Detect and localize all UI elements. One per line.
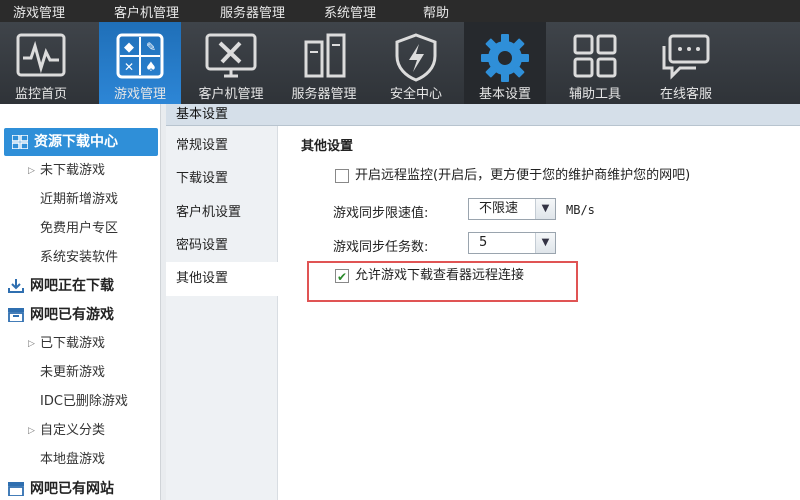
sidebar-item-cafe-existing-games[interactable]: 网吧已有游戏	[0, 301, 160, 329]
sync-speed-select[interactable]: 不限速 ▼	[468, 198, 556, 220]
monitor-icon	[16, 33, 66, 77]
toolbar-game-management[interactable]: ◆ ✎ ✕ ♠ 游戏管理	[99, 22, 181, 104]
toolbar-client-management[interactable]: 客户机管理	[190, 22, 272, 104]
svg-text:✕: ✕	[124, 60, 134, 74]
sync-tasks-label: 游戏同步任务数:	[333, 240, 429, 255]
tab-download-settings[interactable]: 下载设置	[166, 162, 277, 196]
menu-help[interactable]: 帮助	[423, 2, 449, 21]
chevron-down-icon[interactable]: ▼	[535, 233, 555, 253]
expand-arrow-icon[interactable]: ▷	[28, 330, 35, 358]
settings-content: 其他设置 开启远程监控(开启后，更方便于您的维护商维护您的网吧) 游戏同步限速值…	[278, 126, 800, 500]
toolbar-label: 基本设置	[478, 87, 531, 102]
archive-icon	[8, 308, 24, 322]
sidebar-item-label: 未下载游戏	[40, 163, 106, 178]
sync-speed-value: 不限速	[479, 201, 519, 216]
menu-game-management[interactable]: 游戏管理	[13, 2, 65, 21]
svg-text:♠: ♠	[145, 60, 157, 75]
highlight-box	[307, 261, 578, 302]
download-icon	[8, 279, 24, 293]
sidebar-item-idc-deleted[interactable]: IDC已删除游戏	[0, 388, 160, 416]
sidebar-item-label: 系统安装软件	[40, 250, 119, 265]
sidebar-item-not-updated[interactable]: 未更新游戏	[0, 359, 160, 387]
shield-icon	[395, 33, 437, 82]
section-title: 其他设置	[301, 139, 354, 154]
panel-title: 基本设置	[166, 104, 800, 126]
toolbar-label: 辅助工具	[568, 87, 621, 102]
sidebar-item-label: 资源下载中心	[34, 134, 118, 150]
menu-client-management[interactable]: 客户机管理	[114, 2, 179, 21]
toolbar-label: 在线客服	[659, 87, 712, 102]
sidebar-item-not-downloaded[interactable]: ▷ 未下载游戏	[0, 157, 160, 185]
toolbar-auxiliary-tools[interactable]: 辅助工具	[554, 22, 636, 104]
sidebar-item-cafe-websites[interactable]: 网吧已有网站	[0, 475, 160, 500]
sidebar-item-label: 自定义分类	[40, 423, 106, 438]
toolbar-server-management[interactable]: 服务器管理	[283, 22, 365, 104]
grid-icon	[12, 135, 28, 149]
sidebar-item-system-software[interactable]: 系统安装软件	[0, 244, 160, 272]
game-icon: ◆ ✎ ✕ ♠	[116, 33, 164, 79]
sidebar-item-label: 免费用户专区	[40, 221, 119, 236]
toolbar-security-center[interactable]: 安全中心	[375, 22, 457, 104]
remote-monitor-checkbox[interactable]	[335, 169, 349, 183]
tab-client-settings[interactable]: 客户机设置	[166, 196, 277, 230]
sidebar-item-label: 未更新游戏	[40, 365, 106, 380]
svg-text:◆: ◆	[124, 40, 134, 55]
resource-sidebar: 资源下载中心 ▷ 未下载游戏 近期新增游戏 免费用户专区 系统安装软件 网吧正在…	[0, 124, 162, 500]
sidebar-item-cafe-downloading[interactable]: 网吧正在下载	[0, 272, 160, 300]
sidebar-item-downloaded-games[interactable]: ▷ 已下载游戏	[0, 330, 160, 358]
expand-arrow-icon[interactable]: ▷	[28, 417, 35, 445]
sidebar-item-resource-download-center[interactable]: 资源下载中心	[4, 128, 158, 156]
server-icon	[304, 33, 346, 78]
sync-tasks-select[interactable]: 5 ▼	[468, 232, 556, 254]
sidebar-item-label: 近期新增游戏	[40, 192, 119, 207]
toolbar-label: 监控首页	[14, 87, 67, 102]
tab-password-settings[interactable]: 密码设置	[166, 229, 277, 263]
archive-icon	[8, 482, 24, 496]
sidebar-item-label: IDC已删除游戏	[40, 394, 128, 409]
sync-speed-label: 游戏同步限速值:	[333, 206, 429, 221]
sidebar-item-free-user-zone[interactable]: 免费用户专区	[0, 215, 160, 243]
toolbar-label: 游戏管理	[113, 87, 166, 102]
toolbar-online-service[interactable]: 在线客服	[645, 22, 727, 104]
sync-tasks-value: 5	[479, 235, 488, 250]
svg-text:✎: ✎	[146, 40, 156, 54]
sidebar-item-recently-added[interactable]: 近期新增游戏	[0, 186, 160, 214]
toolbar-label: 安全中心	[389, 87, 442, 102]
expand-arrow-icon[interactable]: ▷	[28, 157, 35, 185]
settings-nav: 常规设置 下载设置 客户机设置 密码设置 其他设置	[166, 126, 278, 500]
chat-icon	[662, 34, 710, 80]
remote-monitor-label: 开启远程监控(开启后，更方便于您的维护商维护您的网吧)	[355, 168, 691, 183]
sidebar-item-label: 网吧已有网站	[30, 481, 114, 497]
sidebar-item-label: 已下载游戏	[40, 336, 106, 351]
menu-server-management[interactable]: 服务器管理	[220, 2, 285, 21]
toolbar-monitor-home[interactable]: 监控首页	[0, 22, 82, 104]
sidebar-item-label: 网吧已有游戏	[30, 307, 114, 323]
toolbar-label: 客户机管理	[198, 87, 264, 102]
toolbar-basic-settings[interactable]: 基本设置	[464, 22, 546, 104]
sidebar-item-label: 本地盘游戏	[40, 452, 106, 467]
menu-system-management[interactable]: 系统管理	[324, 2, 376, 21]
main-toolbar: 监控首页 ◆ ✎ ✕ ♠ 游戏管理 客户机管理 服务器管理 安全中心 基本设置 …	[0, 22, 800, 104]
menu-bar: 游戏管理 客户机管理 服务器管理 系统管理 帮助	[0, 0, 800, 22]
sidebar-item-custom-category[interactable]: ▷ 自定义分类	[0, 417, 160, 445]
sidebar-item-local-disk-games[interactable]: 本地盘游戏	[0, 446, 160, 474]
tab-general-settings[interactable]: 常规设置	[166, 129, 277, 163]
remote-monitor-option[interactable]: 开启远程监控(开启后，更方便于您的维护商维护您的网吧)	[335, 167, 690, 187]
sync-speed-unit: MB/s	[566, 203, 595, 217]
chevron-down-icon[interactable]: ▼	[535, 199, 555, 219]
client-tools-icon	[205, 33, 257, 78]
gear-icon	[481, 34, 529, 82]
grid-icon	[573, 34, 617, 78]
toolbar-label: 服务器管理	[291, 87, 357, 102]
sidebar-item-label: 网吧正在下载	[30, 278, 114, 294]
tab-other-settings[interactable]: 其他设置	[166, 262, 278, 296]
